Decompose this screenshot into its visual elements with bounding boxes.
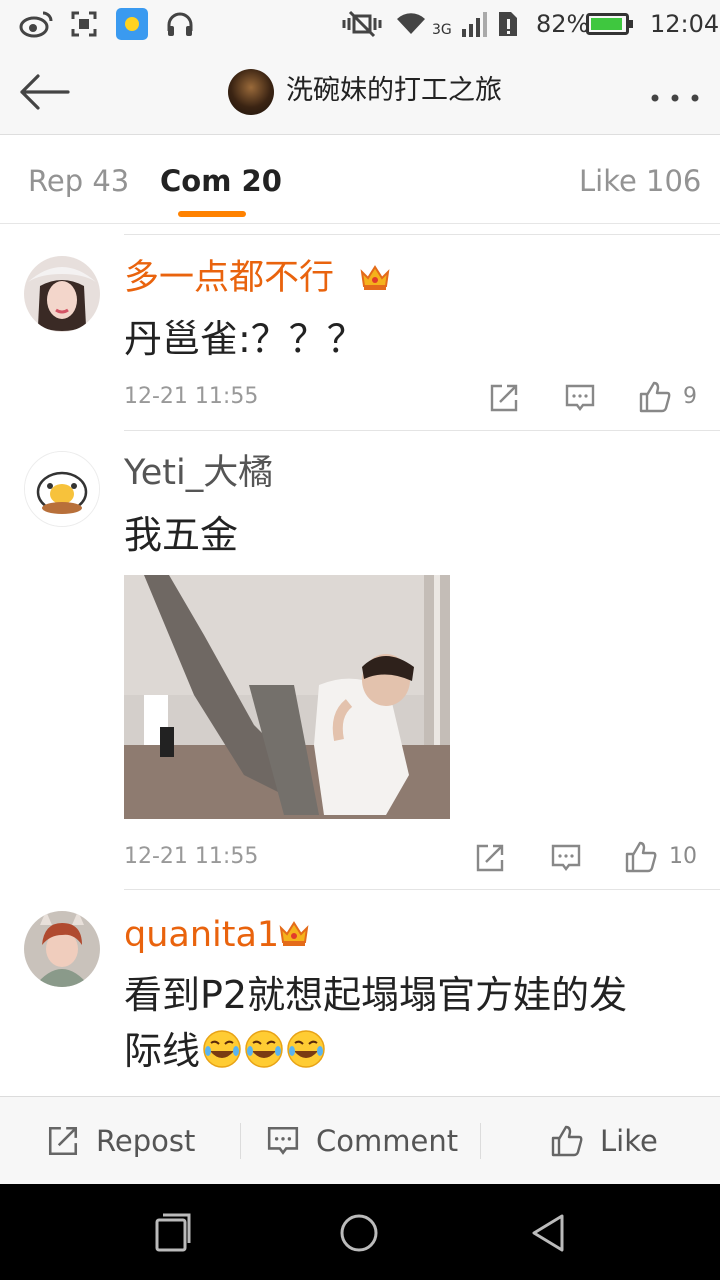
comment-icon[interactable] xyxy=(564,382,596,414)
like-count: 10 xyxy=(669,844,697,869)
comment-text-line: 看到P2就想起塌塌官方娃的发 xyxy=(124,973,628,1017)
like-icon xyxy=(551,1125,583,1157)
repost-icon[interactable] xyxy=(474,842,506,874)
tab-comments[interactable]: Com 20 xyxy=(160,163,282,199)
comment-image[interactable] xyxy=(124,575,450,819)
laugh-cry-emoji-icon xyxy=(286,1029,326,1073)
like-icon[interactable] xyxy=(638,380,671,413)
page-title: 洗碗妹的打工之旅 xyxy=(286,75,502,106)
divider xyxy=(124,234,720,235)
post-author-avatar[interactable] xyxy=(228,69,274,115)
laugh-cry-emoji-icon xyxy=(202,1029,242,1073)
timestamp: 12-21 11:55 xyxy=(124,844,259,869)
vip-crown-icon xyxy=(359,262,391,296)
nav-bar: 洗碗妹的打工之旅 xyxy=(0,48,720,135)
comment-icon xyxy=(267,1126,299,1155)
weather-sun-icon xyxy=(116,8,148,40)
comment-button[interactable]: Comment xyxy=(266,1097,458,1185)
like-label: Like xyxy=(600,1124,658,1158)
status-bar: 3G 82% 12:04 xyxy=(0,0,720,48)
battery-charging-icon xyxy=(586,10,634,38)
timestamp: 12-21 11:55 xyxy=(124,384,259,409)
comment-icon[interactable] xyxy=(550,842,582,874)
network-type: 3G xyxy=(432,22,452,38)
username[interactable]: Yeti_大橘 xyxy=(124,451,273,495)
repost-icon xyxy=(48,1126,78,1156)
tab-likes[interactable]: Like 106 xyxy=(579,163,701,199)
more-options-icon[interactable] xyxy=(650,88,700,102)
comment-item: Yeti_大橘 我五金 12-21 11:55 10 xyxy=(0,431,720,890)
clock: 12:04 xyxy=(650,10,720,38)
divider xyxy=(480,1123,481,1159)
vip-crown-icon xyxy=(278,918,310,952)
comment-text: 我五金 xyxy=(124,513,239,557)
active-tab-indicator xyxy=(178,211,246,217)
system-navigation-bar xyxy=(0,1184,720,1280)
vibrate-mute-icon xyxy=(340,10,384,38)
avatar[interactable] xyxy=(24,911,100,987)
back-arrow-icon[interactable] xyxy=(16,72,72,112)
like-button[interactable]: Like xyxy=(550,1097,658,1185)
battery-percent: 82% xyxy=(536,10,590,38)
username[interactable]: quanita1 xyxy=(124,913,279,957)
comment-item: quanita1 看到P2就想起塌塌官方娃的发 际线 xyxy=(0,890,720,1096)
recent-apps-icon[interactable] xyxy=(154,1212,192,1256)
laugh-cry-emoji-icon xyxy=(244,1029,284,1073)
headphones-icon xyxy=(166,10,194,38)
bottom-toolbar: Repost Comment Like xyxy=(0,1096,720,1185)
divider xyxy=(240,1123,241,1159)
sim-alert-icon xyxy=(496,10,520,38)
username[interactable]: 多一点都不行 xyxy=(124,256,334,300)
repost-button[interactable]: Repost xyxy=(46,1097,195,1185)
repost-label: Repost xyxy=(96,1124,196,1158)
avatar[interactable] xyxy=(24,451,100,527)
like-icon[interactable] xyxy=(624,840,657,873)
repost-icon[interactable] xyxy=(488,382,520,414)
comment-label: Comment xyxy=(316,1124,459,1158)
weibo-icon xyxy=(18,10,54,38)
like-count: 9 xyxy=(683,384,697,409)
comment-text: 丹邕雀:？？？ xyxy=(124,317,365,361)
screenshot-icon xyxy=(70,10,98,38)
comment-item: 多一点都不行 丹邕雀:？？？ 12-21 11:55 9 xyxy=(0,236,720,430)
comment-text-line-2: 际线 xyxy=(124,1024,326,1078)
avatar[interactable] xyxy=(24,256,100,332)
comment-text-line: 际线 xyxy=(124,1029,201,1073)
tab-bar: Rep 43 Com 20 Like 106 xyxy=(0,135,720,224)
back-triangle-icon[interactable] xyxy=(528,1212,568,1258)
home-icon[interactable] xyxy=(338,1212,380,1258)
wifi-icon xyxy=(396,10,426,38)
tab-reposts[interactable]: Rep 43 xyxy=(28,163,129,199)
signal-icon xyxy=(460,10,490,38)
